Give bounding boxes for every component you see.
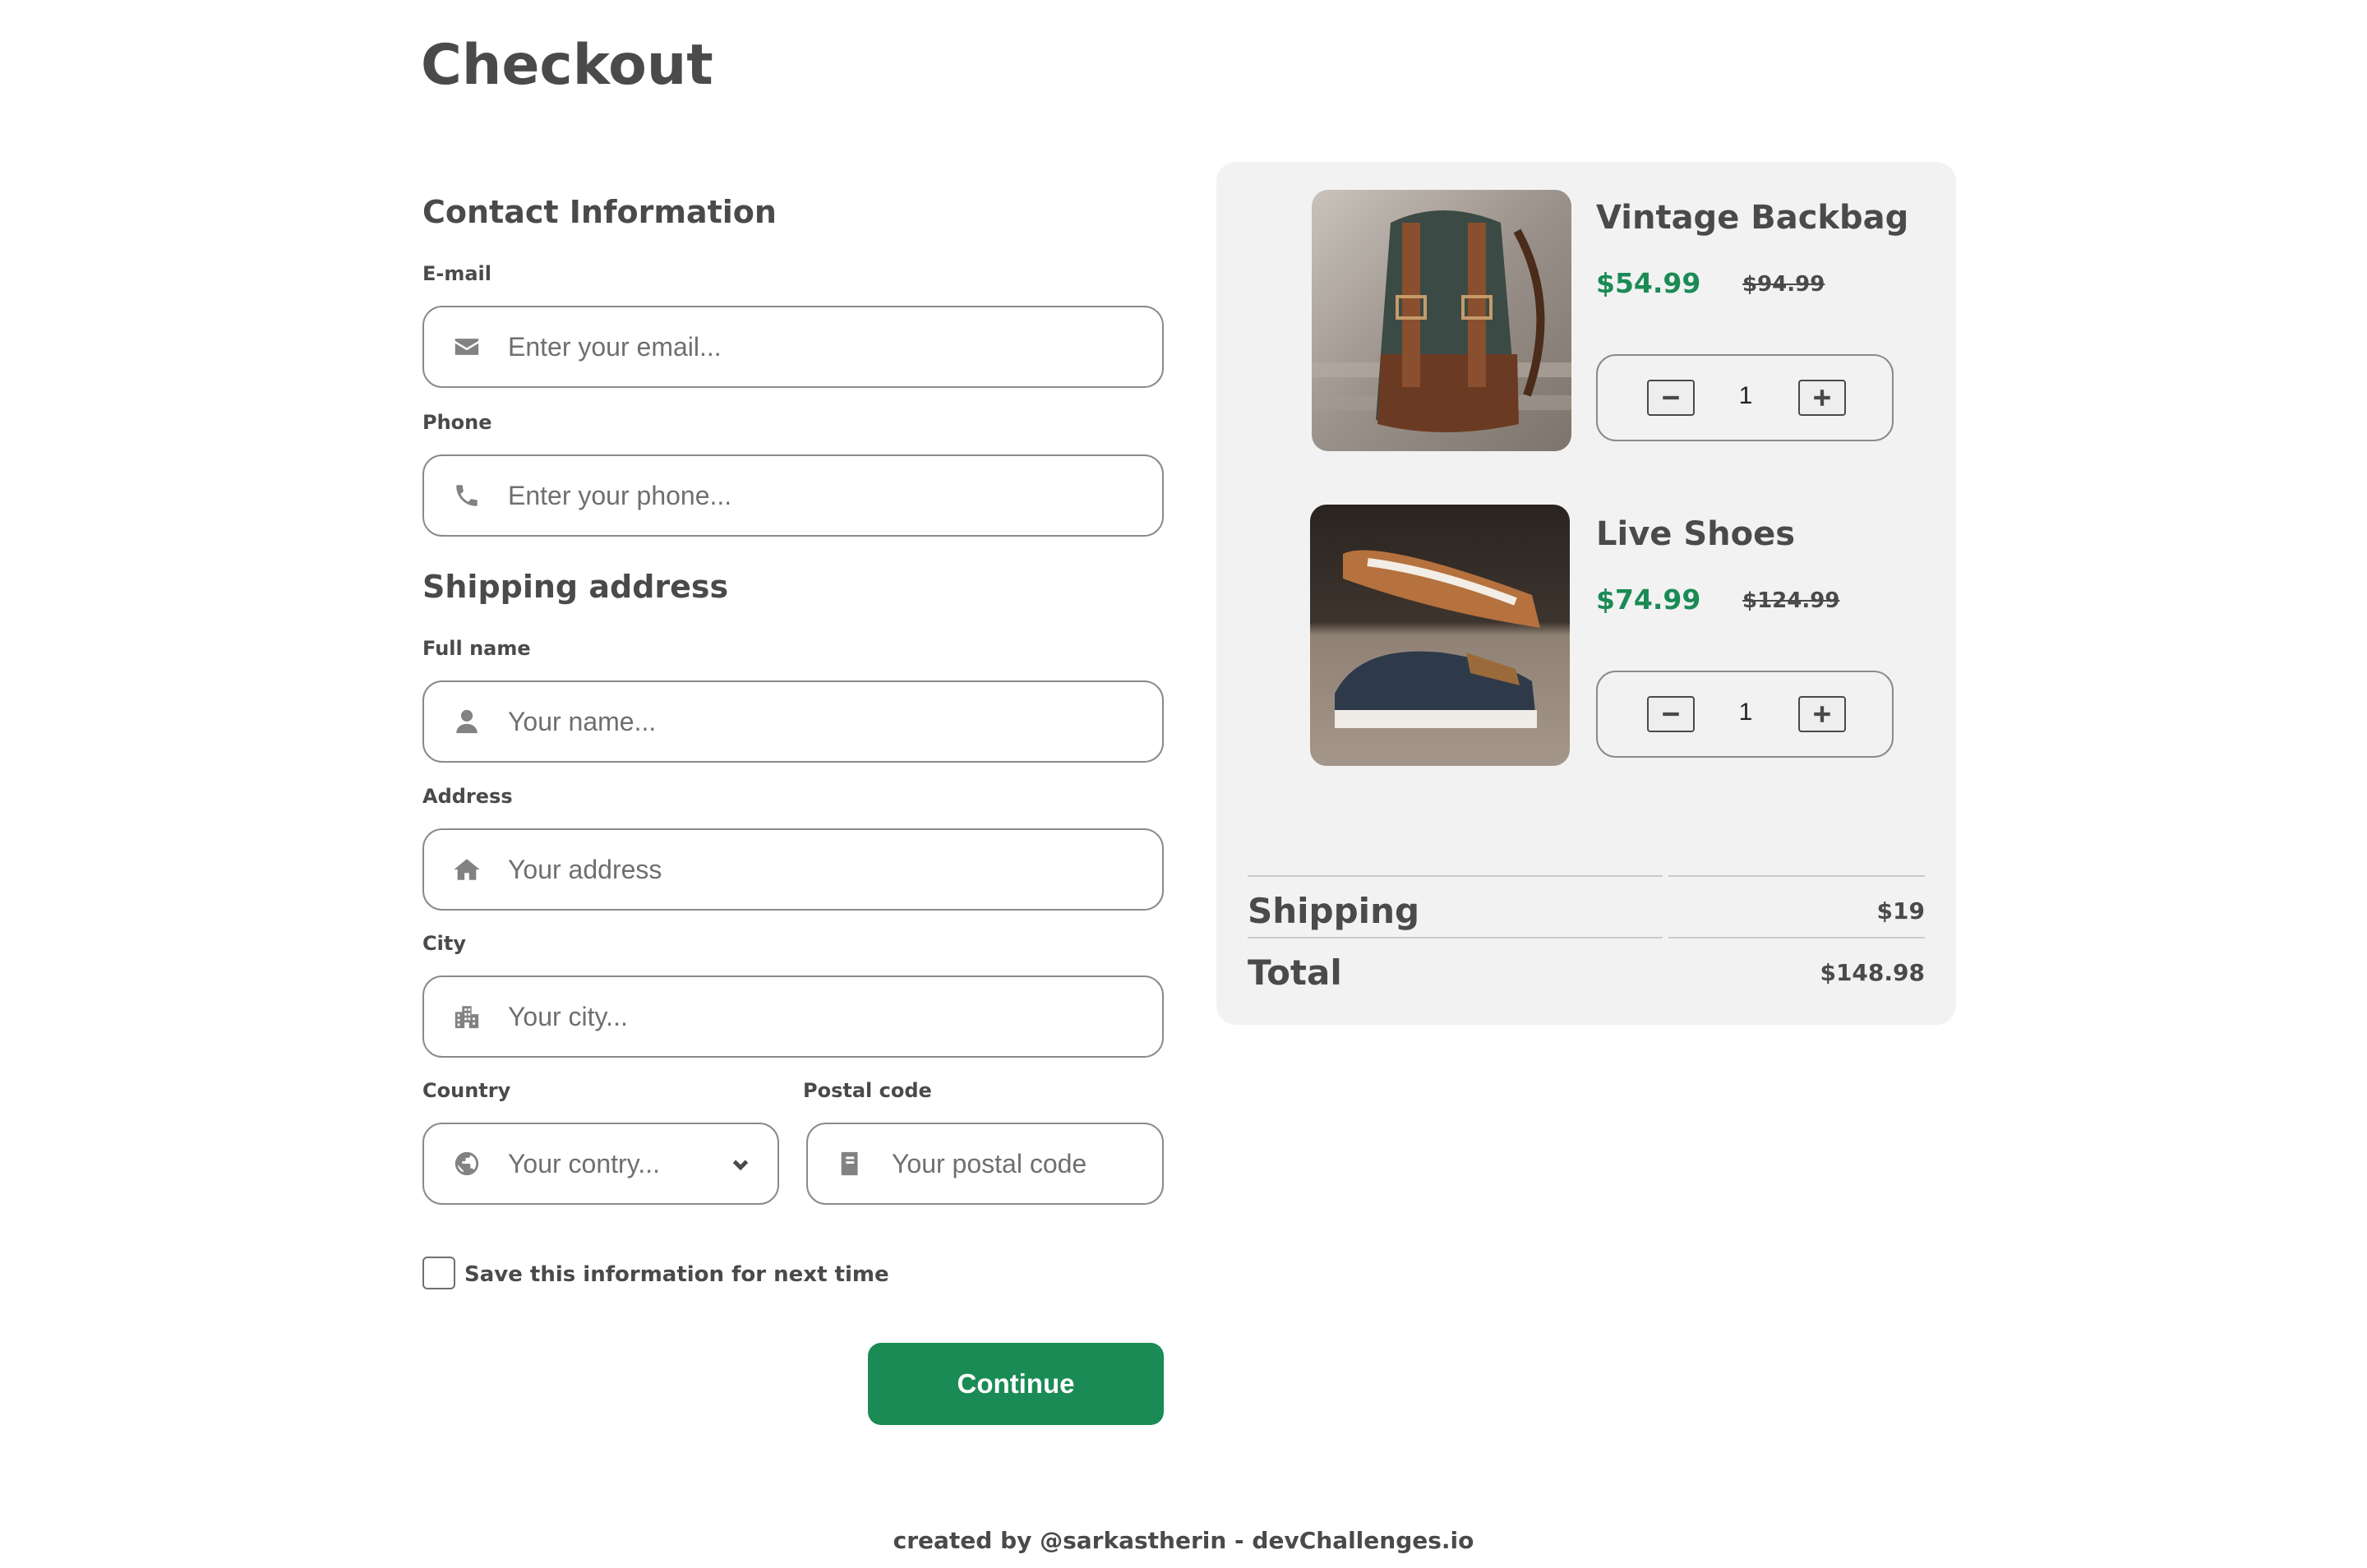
product-image-shoes [1310,505,1570,766]
phone-field[interactable] [422,454,1164,537]
phone-input[interactable] [508,480,1001,511]
save-info-checkbox[interactable] [422,1257,455,1289]
divider [1248,875,1663,877]
city-input[interactable] [508,1001,1001,1032]
minus-icon [1663,395,1679,400]
divider [1668,875,1925,877]
address-input[interactable] [508,854,1001,885]
quantity-value: 1 [1738,382,1753,409]
city-icon [452,1002,482,1031]
divider [1668,937,1925,938]
chevron-down-icon[interactable] [728,1152,753,1177]
page-title: Checkout [421,33,713,98]
city-field[interactable] [422,975,1164,1058]
plus-icon [1814,390,1830,406]
envelope-icon [452,332,482,362]
quantity-value: 1 [1738,699,1753,726]
country-label: Country [422,1079,511,1102]
minus-icon [1663,712,1679,717]
full-name-input[interactable] [508,706,1001,737]
product-price: $54.99 [1596,267,1701,299]
full-name-field[interactable] [422,680,1164,763]
plus-icon [1814,706,1830,722]
globe-icon [452,1149,482,1178]
postal-code-label: Postal code [803,1079,932,1102]
phone-icon [452,481,482,510]
postal-code-field[interactable] [806,1123,1164,1205]
quantity-stepper: 1 [1596,354,1894,441]
email-field[interactable] [422,306,1164,388]
home-icon [452,855,482,884]
total-value: $148.98 [1820,959,1925,986]
increase-quantity-button[interactable] [1798,380,1846,416]
product-name: Live Shoes [1596,515,1796,553]
product-old-price: $94.99 [1742,272,1825,297]
contact-heading: Contact Information [422,194,777,230]
shipping-value: $19 [1876,897,1925,925]
country-input[interactable] [508,1148,722,1179]
divider [1248,937,1663,938]
total-label: Total [1248,952,1342,993]
cart-summary: Vintage Backbag $54.99 $94.99 1 Live Sho… [1216,162,1956,1025]
address-field[interactable] [422,828,1164,911]
email-label: E-mail [422,262,492,285]
country-select[interactable] [422,1123,779,1205]
email-input[interactable] [508,331,1001,362]
user-icon [452,707,482,736]
shipping-label: Shipping [1248,891,1420,931]
address-label: Address [422,785,513,808]
shipping-heading: Shipping address [422,569,729,605]
decrease-quantity-button[interactable] [1647,696,1695,732]
save-info-label: Save this information for next time [464,1262,889,1287]
product-name: Vintage Backbag [1596,199,1909,237]
continue-button[interactable]: Continue [868,1343,1164,1425]
decrease-quantity-button[interactable] [1647,380,1695,416]
full-name-label: Full name [422,637,531,660]
footer-credit: created by @sarkastherin - devChallenges… [893,1527,1474,1554]
increase-quantity-button[interactable] [1798,696,1846,732]
phone-label: Phone [422,411,492,434]
product-image-backpack [1312,190,1571,451]
city-label: City [422,932,466,955]
quantity-stepper: 1 [1596,671,1894,758]
product-old-price: $124.99 [1742,588,1840,613]
product-price: $74.99 [1596,583,1701,616]
book-icon [836,1149,865,1178]
postal-code-input[interactable] [892,1148,1155,1179]
